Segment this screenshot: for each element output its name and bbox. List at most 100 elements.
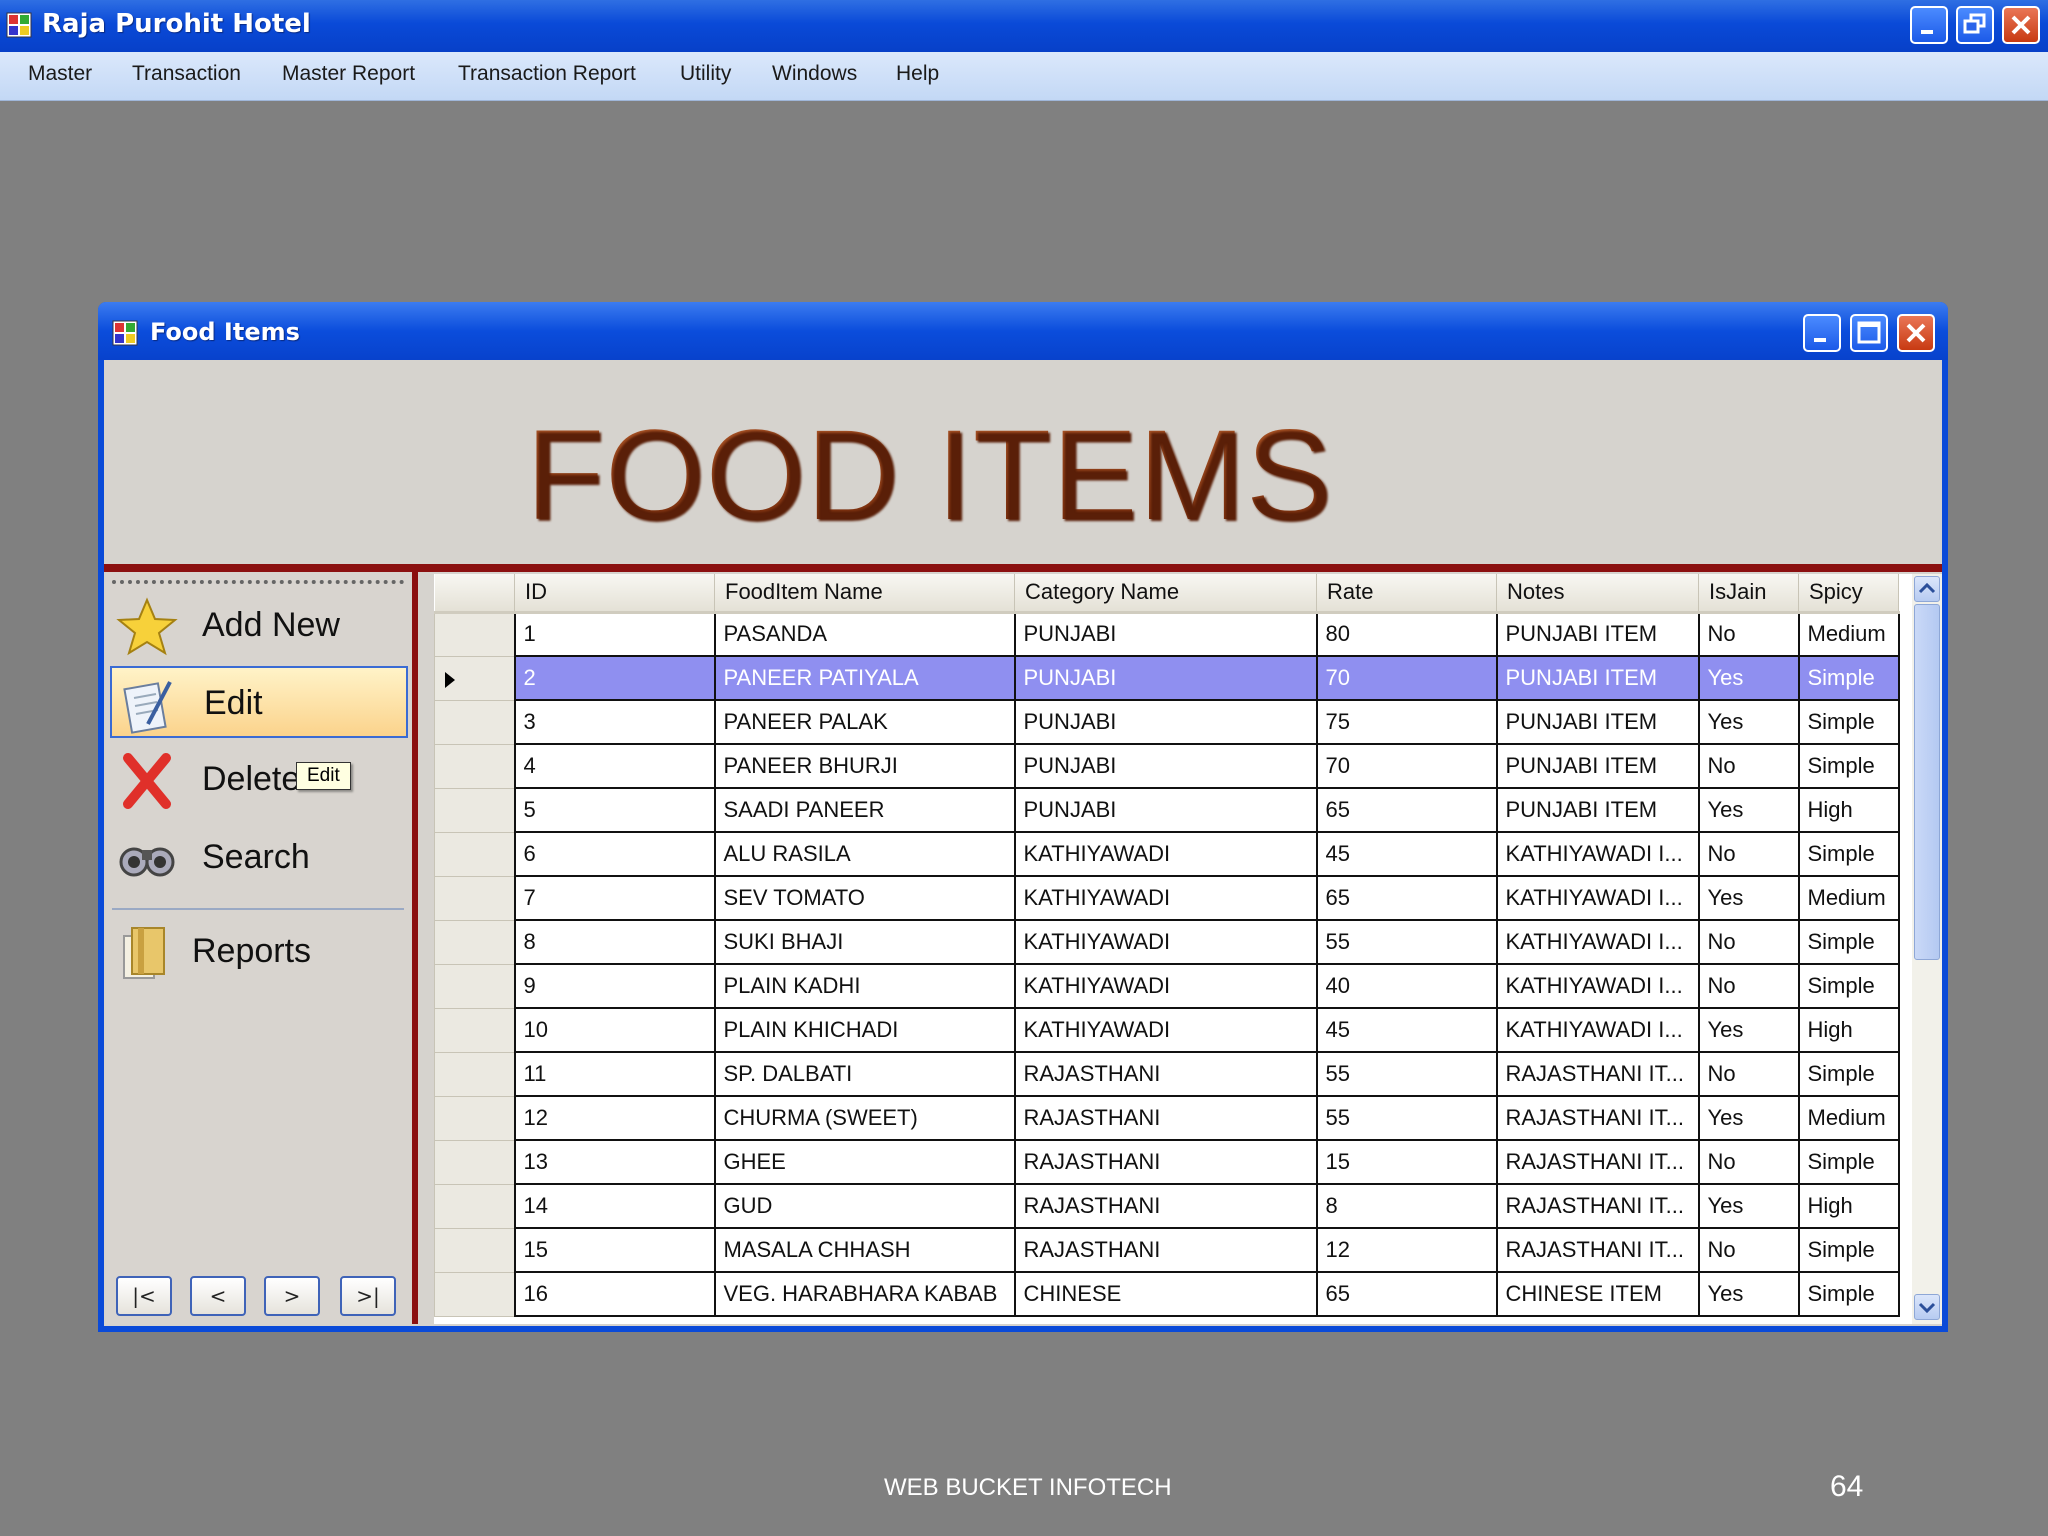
first-record-button[interactable]: |<	[116, 1276, 172, 1316]
cell-fooditem-name[interactable]: GHEE	[713, 1139, 1016, 1185]
cell-rate[interactable]: 70	[1315, 743, 1498, 789]
edit-button[interactable]: Edit	[110, 666, 408, 738]
cell-rate[interactable]: 40	[1315, 963, 1498, 1009]
table-row[interactable]: 7 SEV TOMATO KATHIYAWADI 65 KATHIYAWADI I...…	[434, 875, 1900, 921]
cell-spicy[interactable]: Simple	[1797, 655, 1900, 701]
delete-button[interactable]: Delete	[110, 744, 408, 816]
cell-spicy[interactable]: Simple	[1797, 1051, 1900, 1097]
cell-rate[interactable]: 12	[1315, 1227, 1498, 1273]
cell-category-name[interactable]: PUNJABI	[1013, 611, 1318, 657]
cell-notes[interactable]: KATHIYAWADI I...	[1495, 919, 1700, 965]
row-header[interactable]	[434, 787, 515, 833]
cell-notes[interactable]: PUNJABI ITEM	[1495, 787, 1700, 833]
cell-fooditem-name[interactable]: CHURMA (SWEET)	[713, 1095, 1016, 1141]
cell-category-name[interactable]: RAJASTHANI	[1013, 1051, 1318, 1097]
cell-isjain[interactable]: No	[1697, 831, 1800, 877]
cell-notes[interactable]: CHINESE ITEM	[1495, 1271, 1700, 1317]
cell-spicy[interactable]: Simple	[1797, 1139, 1900, 1185]
row-header[interactable]	[434, 875, 515, 921]
cell-isjain[interactable]: No	[1697, 1051, 1800, 1097]
row-header[interactable]	[434, 1271, 515, 1317]
row-header[interactable]	[434, 1139, 515, 1185]
cell-id[interactable]: 7	[513, 875, 716, 921]
table-row[interactable]: 13 GHEE RAJASTHANI 15 RAJASTHANI IT... No Simp…	[434, 1139, 1900, 1185]
table-row[interactable]: 16 VEG. HARABHARA KABAB CHINESE 65 CHINESE I…	[434, 1271, 1900, 1317]
table-row[interactable]: 14 GUD RAJASTHANI 8 RAJASTHANI IT... Yes High	[434, 1183, 1900, 1229]
table-row[interactable]: 9 PLAIN KADHI KATHIYAWADI 40 KATHIYAWADI I..…	[434, 963, 1900, 1009]
column-header-fooditem-name[interactable]: FoodItem Name	[714, 574, 1015, 614]
cell-isjain[interactable]: No	[1697, 743, 1800, 789]
table-row[interactable]: 1 PASANDA PUNJABI 80 PUNJABI ITEM No Medium	[434, 611, 1900, 657]
cell-rate[interactable]: 65	[1315, 875, 1498, 921]
cell-notes[interactable]: PUNJABI ITEM	[1495, 699, 1700, 745]
cell-fooditem-name[interactable]: SUKI BHAJI	[713, 919, 1016, 965]
cell-id[interactable]: 8	[513, 919, 716, 965]
cell-rate[interactable]: 55	[1315, 919, 1498, 965]
row-header[interactable]	[434, 1095, 515, 1141]
cell-isjain[interactable]: No	[1697, 611, 1800, 657]
cell-isjain[interactable]: Yes	[1697, 875, 1800, 921]
cell-isjain[interactable]: Yes	[1697, 1183, 1800, 1229]
cell-id[interactable]: 5	[513, 787, 716, 833]
child-minimize-button[interactable]	[1803, 314, 1841, 352]
cell-fooditem-name[interactable]: PANEER PATIYALA	[713, 655, 1016, 701]
table-row[interactable]: 2 PANEER PATIYALA PUNJABI 70 PUNJABI ITEM Yes…	[434, 655, 1900, 701]
cell-id[interactable]: 11	[513, 1051, 716, 1097]
row-header[interactable]	[434, 611, 515, 657]
minimize-button[interactable]	[1910, 6, 1948, 44]
table-row[interactable]: 5 SAADI PANEER PUNJABI 65 PUNJABI ITEM Yes Hig…	[434, 787, 1900, 833]
cell-rate[interactable]: 45	[1315, 1007, 1498, 1053]
cell-isjain[interactable]: Yes	[1697, 1271, 1800, 1317]
cell-fooditem-name[interactable]: PASANDA	[713, 611, 1016, 657]
previous-record-button[interactable]: <	[190, 1276, 246, 1316]
cell-rate[interactable]: 55	[1315, 1051, 1498, 1097]
row-header[interactable]	[434, 919, 515, 965]
cell-notes[interactable]: KATHIYAWADI I...	[1495, 831, 1700, 877]
column-header-notes[interactable]: Notes	[1496, 574, 1699, 614]
cell-category-name[interactable]: CHINESE	[1013, 1271, 1318, 1317]
cell-category-name[interactable]: KATHIYAWADI	[1013, 919, 1318, 965]
vertical-scrollbar[interactable]	[1912, 574, 1942, 1324]
cell-fooditem-name[interactable]: SEV TOMATO	[713, 875, 1016, 921]
cell-spicy[interactable]: High	[1797, 1183, 1900, 1229]
cell-fooditem-name[interactable]: PANEER BHURJI	[713, 743, 1016, 789]
row-header[interactable]	[434, 1227, 515, 1273]
cell-category-name[interactable]: PUNJABI	[1013, 699, 1318, 745]
cell-notes[interactable]: RAJASTHANI IT...	[1495, 1183, 1700, 1229]
cell-notes[interactable]: RAJASTHANI IT...	[1495, 1139, 1700, 1185]
cell-id[interactable]: 1	[513, 611, 716, 657]
cell-isjain[interactable]: No	[1697, 1227, 1800, 1273]
table-row[interactable]: 6 ALU RASILA KATHIYAWADI 45 KATHIYAWADI I...…	[434, 831, 1900, 877]
cell-spicy[interactable]: Simple	[1797, 1227, 1900, 1273]
cell-category-name[interactable]: PUNJABI	[1013, 743, 1318, 789]
cell-notes[interactable]: PUNJABI ITEM	[1495, 655, 1700, 701]
cell-category-name[interactable]: PUNJABI	[1013, 787, 1318, 833]
close-button[interactable]	[2002, 6, 2040, 44]
table-row[interactable]: 12 CHURMA (SWEET) RAJASTHANI 55 RAJASTHANI I…	[434, 1095, 1900, 1141]
cell-fooditem-name[interactable]: ALU RASILA	[713, 831, 1016, 877]
cell-isjain[interactable]: Yes	[1697, 655, 1800, 701]
row-header[interactable]	[434, 963, 515, 1009]
child-close-button[interactable]	[1897, 314, 1935, 352]
restore-button[interactable]	[1956, 6, 1994, 44]
cell-fooditem-name[interactable]: PANEER PALAK	[713, 699, 1016, 745]
cell-spicy[interactable]: Medium	[1797, 1095, 1900, 1141]
cell-fooditem-name[interactable]: VEG. HARABHARA KABAB	[713, 1271, 1016, 1317]
cell-id[interactable]: 4	[513, 743, 716, 789]
cell-category-name[interactable]: KATHIYAWADI	[1013, 831, 1318, 877]
cell-rate[interactable]: 45	[1315, 831, 1498, 877]
table-row[interactable]: 11 SP. DALBATI RAJASTHANI 55 RAJASTHANI IT..…	[434, 1051, 1900, 1097]
cell-category-name[interactable]: RAJASTHANI	[1013, 1139, 1318, 1185]
cell-id[interactable]: 12	[513, 1095, 716, 1141]
cell-isjain[interactable]: No	[1697, 919, 1800, 965]
table-row[interactable]: 10 PLAIN KHICHADI KATHIYAWADI 45 KATHIYAWADI…	[434, 1007, 1900, 1053]
cell-category-name[interactable]: KATHIYAWADI	[1013, 1007, 1318, 1053]
scroll-down-button[interactable]	[1914, 1294, 1940, 1320]
cell-fooditem-name[interactable]: PLAIN KADHI	[713, 963, 1016, 1009]
next-record-button[interactable]: >	[264, 1276, 320, 1316]
cell-spicy[interactable]: High	[1797, 787, 1900, 833]
cell-notes[interactable]: PUNJABI ITEM	[1495, 611, 1700, 657]
last-record-button[interactable]: >|	[340, 1276, 396, 1316]
cell-notes[interactable]: KATHIYAWADI I...	[1495, 1007, 1700, 1053]
column-header-spicy[interactable]: Spicy	[1798, 574, 1899, 614]
